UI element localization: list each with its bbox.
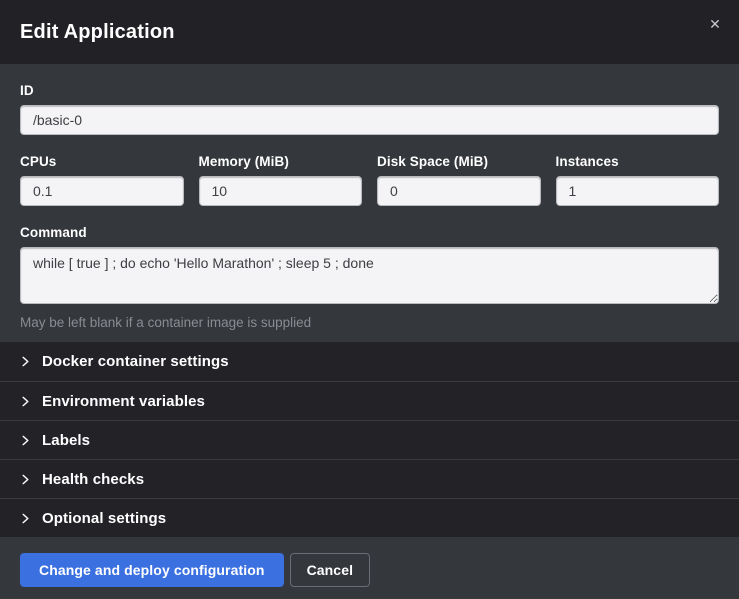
section-docker-container-settings[interactable]: Docker container settings	[0, 342, 739, 381]
section-label: Environment variables	[42, 393, 205, 410]
modal-title: Edit Application	[20, 21, 175, 44]
instances-field-group: Instances	[556, 154, 720, 206]
chevron-right-icon	[20, 474, 31, 485]
cancel-button[interactable]: Cancel	[290, 553, 371, 587]
section-label: Optional settings	[42, 510, 166, 527]
command-textarea[interactable]: while [ true ] ; do echo 'Hello Marathon…	[20, 247, 719, 304]
chevron-right-icon	[20, 513, 31, 524]
command-field-group: Command while [ true ] ; do echo 'Hello …	[20, 225, 719, 330]
edit-application-modal: Edit Application ✕ ID CPUs Memory (MiB) …	[0, 0, 739, 599]
command-help-text: May be left blank if a container image i…	[20, 315, 719, 330]
modal-header: Edit Application ✕	[0, 0, 739, 64]
section-label: Health checks	[42, 471, 144, 488]
command-label: Command	[20, 225, 719, 240]
close-icon[interactable]: ✕	[705, 14, 725, 34]
chevron-right-icon	[20, 435, 31, 446]
instances-input[interactable]	[556, 176, 720, 206]
chevron-right-icon	[20, 396, 31, 407]
section-labels[interactable]: Labels	[0, 420, 739, 459]
instances-label: Instances	[556, 154, 720, 169]
disk-field-group: Disk Space (MiB)	[377, 154, 541, 206]
cpus-input[interactable]	[20, 176, 184, 206]
section-environment-variables[interactable]: Environment variables	[0, 381, 739, 420]
change-and-deploy-button[interactable]: Change and deploy configuration	[20, 553, 284, 587]
chevron-right-icon	[20, 356, 31, 367]
id-label: ID	[20, 83, 719, 98]
application-form: ID CPUs Memory (MiB) Disk Space (MiB) In…	[0, 64, 739, 342]
section-label: Labels	[42, 432, 90, 449]
section-health-checks[interactable]: Health checks	[0, 459, 739, 498]
memory-input[interactable]	[199, 176, 363, 206]
resources-row: CPUs Memory (MiB) Disk Space (MiB) Insta…	[20, 154, 719, 206]
section-label: Docker container settings	[42, 353, 229, 370]
id-field-group: ID	[20, 83, 719, 135]
cpus-field-group: CPUs	[20, 154, 184, 206]
cpus-label: CPUs	[20, 154, 184, 169]
memory-field-group: Memory (MiB)	[199, 154, 363, 206]
memory-label: Memory (MiB)	[199, 154, 363, 169]
disk-label: Disk Space (MiB)	[377, 154, 541, 169]
modal-footer: Change and deploy configuration Cancel	[0, 537, 739, 599]
collapsible-sections: Docker container settings Environment va…	[0, 342, 739, 537]
disk-input[interactable]	[377, 176, 541, 206]
id-input[interactable]	[20, 105, 719, 135]
section-optional-settings[interactable]: Optional settings	[0, 498, 739, 537]
